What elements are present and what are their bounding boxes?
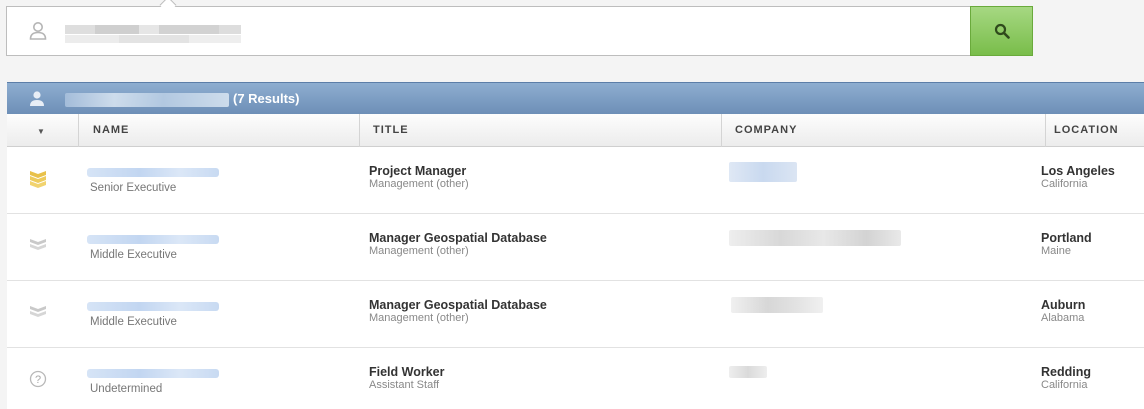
location-state: California [1041,379,1088,391]
job-category: Management (other) [369,178,469,190]
column-title[interactable]: TITLE [360,114,722,147]
column-name[interactable]: NAME [79,114,360,147]
company-redacted[interactable] [729,162,797,182]
location-city: Auburn [1041,298,1086,312]
question-icon: ? [29,370,47,388]
company-redacted[interactable] [729,366,767,378]
management-level: Undetermined [90,383,163,395]
job-category: Management (other) [369,312,469,324]
user-icon [29,22,47,40]
senior-executive-icon [30,171,46,188]
column-location[interactable]: LOCATION [1046,114,1144,147]
chevron-down-icon: ▼ [37,127,46,136]
results-header: (7 Results) [7,82,1144,114]
results-count: (7 Results) [233,91,300,106]
job-category: Assistant Staff [369,379,440,391]
location-city: Portland [1041,231,1092,245]
table-row[interactable]: Middle Executive Manager Geospatial Data… [7,214,1144,281]
search-input[interactable] [59,17,939,47]
search-query-redacted [65,93,229,107]
job-title: Manager Geospatial Database [369,231,547,245]
management-level: Senior Executive [90,182,177,194]
search-icon [994,23,1010,39]
user-icon [30,91,44,106]
contact-name-redacted[interactable] [87,235,219,244]
search-box[interactable] [6,0,970,56]
search-notch [159,0,177,14]
contact-name-redacted[interactable] [87,168,219,177]
svg-text:?: ? [35,374,41,386]
search-button[interactable] [970,6,1033,56]
job-title: Field Worker [369,365,445,379]
table-row[interactable]: Senior Executive Project Manager Managem… [7,147,1144,214]
table-header: ▼ NAME TITLE COMPANY LOCATION [7,114,1144,147]
company-redacted[interactable] [731,297,823,313]
table-row[interactable]: ? Undetermined Field Worker Assistant St… [7,348,1144,409]
location-city: Redding [1041,365,1091,379]
location-state: Maine [1041,245,1071,257]
table-row[interactable]: Middle Executive Manager Geospatial Data… [7,281,1144,348]
middle-executive-icon [30,306,46,317]
location-state: California [1041,178,1088,190]
company-redacted[interactable] [729,230,901,246]
column-company[interactable]: COMPANY [722,114,1046,147]
location-city: Los Angeles [1041,164,1115,178]
management-level: Middle Executive [90,249,177,261]
job-title: Project Manager [369,164,467,178]
contact-name-redacted[interactable] [87,369,219,378]
middle-executive-icon [30,239,46,250]
job-category: Management (other) [369,245,469,257]
job-title: Manager Geospatial Database [369,298,547,312]
management-level: Middle Executive [90,316,177,328]
sort-toggle[interactable]: ▼ [7,114,79,147]
contact-name-redacted[interactable] [87,302,219,311]
search-bar [6,0,1033,56]
location-state: Alabama [1041,312,1085,324]
